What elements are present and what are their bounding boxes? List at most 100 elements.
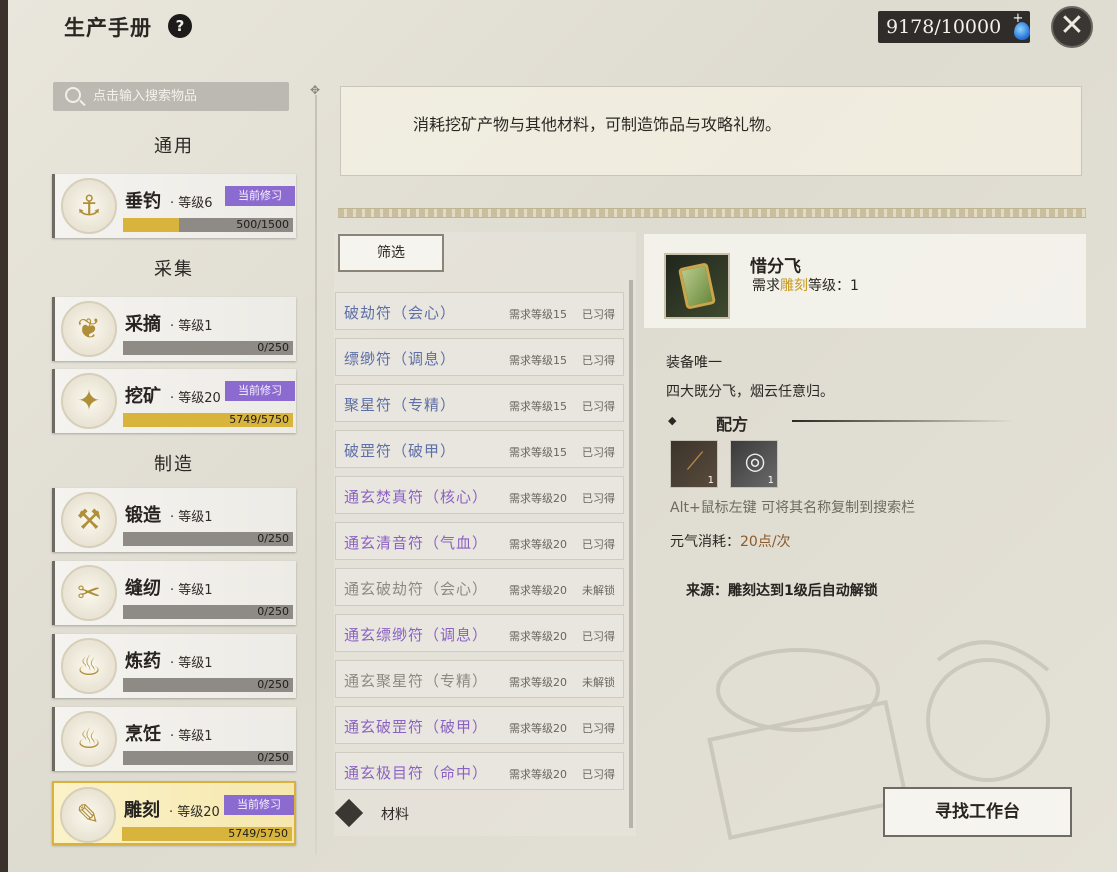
skill-card-anvil[interactable]: ⚒ 锻造 · 等级1 0/250 — [52, 488, 296, 552]
skill-level: · 等级1 — [170, 656, 213, 671]
recipe-state: 已习得 — [582, 400, 615, 413]
recipe-requirement: 需求等级20 — [509, 722, 567, 735]
section-general: 通用 — [154, 136, 194, 157]
copy-hint: Alt+鼠标左键 可将其名称复制到搜索栏 — [670, 500, 916, 516]
ingredient-count: 1 — [767, 475, 774, 486]
anvil-icon: ⚒ — [61, 492, 117, 548]
exp-bar: 5749/5750 — [123, 413, 293, 427]
recipe-row[interactable]: 缥缈符（调息） 需求等级15 已习得 — [335, 338, 624, 376]
production-manual-window: 生产手册 ? 9178/10000 + ✕ 通用 采集 制造 ⚓垂钓· 等级6当… — [0, 0, 1117, 872]
recipe-name: 聚星符（专精） — [344, 396, 457, 414]
recipe-requirement: 需求等级20 — [509, 492, 567, 505]
gourd-icon: ♨ — [61, 638, 117, 694]
item-name: 惜分飞 — [750, 257, 801, 277]
exp-text: 0/250 — [257, 751, 289, 764]
filter-button[interactable]: 筛选 — [338, 234, 444, 272]
recipe-requirement: 需求等级15 — [509, 400, 567, 413]
recipe-row[interactable]: 通玄清音符（气血） 需求等级20 已习得 — [335, 522, 624, 560]
exp-text: 5749/5750 — [229, 413, 289, 426]
recipe-row[interactable]: 通玄聚星符（专精） 需求等级20 未解锁 — [335, 660, 624, 698]
skill-level: · 等级20 — [169, 805, 220, 820]
recipe-name: 通玄破劫符（会心） — [344, 580, 489, 598]
skill-card-gourd[interactable]: ♨ 炼药 · 等级1 0/250 — [52, 634, 296, 698]
skill-level: · 等级1 — [170, 510, 213, 525]
rope-icon: ◎ — [744, 447, 766, 475]
exp-text: 500/1500 — [236, 218, 289, 231]
section-craft: 制造 — [154, 454, 194, 475]
recipe-row[interactable]: 通玄破罡符（破甲） 需求等级20 已习得 — [335, 706, 624, 744]
skill-name: 挖矿 — [125, 386, 161, 407]
recipe-requirement: 需求等级15 — [509, 308, 567, 321]
recipe-row[interactable]: 破罡符（破甲） 需求等级15 已习得 — [335, 430, 624, 468]
skill-name: 锻造 — [125, 505, 161, 526]
skill-level: · 等级6 — [170, 196, 213, 211]
panel-divider — [315, 95, 317, 855]
recipe-name: 通玄破罡符（破甲） — [344, 718, 489, 736]
recipe-requirement: 需求等级20 — [509, 538, 567, 551]
recipe-heading-line — [792, 420, 1014, 422]
help-icon[interactable]: ? — [168, 14, 192, 38]
recipe-row[interactable]: 通玄破劫符（会心） 需求等级20 未解锁 — [335, 568, 624, 606]
materials-category[interactable]: 材料 — [334, 798, 624, 828]
thread-icon: ✂ — [61, 565, 117, 621]
recipe-state: 已习得 — [582, 492, 615, 505]
energy-counter: 9178/10000 — [878, 11, 1030, 43]
exp-bar: 0/250 — [123, 532, 293, 546]
skill-name: 炼药 — [125, 651, 161, 672]
materials-label: 材料 — [381, 807, 409, 823]
recipe-list-scrollbar[interactable] — [629, 280, 633, 828]
exp-text: 5749/5750 — [228, 827, 288, 840]
exp-bar: 0/250 — [123, 751, 293, 765]
skill-card-ore[interactable]: ✦ 挖矿 · 等级20 当前修习 5749/5750 — [52, 369, 296, 433]
skill-card-carving[interactable]: ✎ 雕刻 · 等级20 当前修习 5749/5750 — [52, 781, 296, 845]
recipe-state: 已习得 — [582, 768, 615, 781]
exp-text: 0/250 — [257, 532, 289, 545]
category-description: 消耗挖矿产物与其他材料，可制造饰品与攻略礼物。 — [413, 115, 782, 134]
ingredient-wood[interactable]: ⟋ 1 — [670, 440, 718, 488]
search-input[interactable] — [93, 82, 283, 111]
exp-text: 0/250 — [257, 605, 289, 618]
skill-card-fishing[interactable]: ⚓ 垂钓 · 等级6 当前修习 500/1500 — [52, 174, 296, 238]
cooking-icon: ♨ — [61, 711, 117, 767]
recipe-heading: 配方 — [716, 415, 749, 434]
recipe-row[interactable]: 通玄焚真符（核心） 需求等级20 已习得 — [335, 476, 624, 514]
ingredient-count: 1 — [707, 475, 714, 486]
exp-bar-fill — [123, 218, 180, 232]
recipe-requirement: 需求等级20 — [509, 676, 567, 689]
recipe-row[interactable]: 破劫符（会心） 需求等级15 已习得 — [335, 292, 624, 330]
recipe-row[interactable]: 聚星符（专精） 需求等级15 已习得 — [335, 384, 624, 422]
recipe-row[interactable]: 通玄缥缈符（调息） 需求等级20 已习得 — [335, 614, 624, 652]
search-box[interactable] — [53, 82, 289, 111]
recipe-name: 通玄清音符（气血） — [344, 534, 489, 552]
category-description-box: 消耗挖矿产物与其他材料，可制造饰品与攻略礼物。 — [340, 86, 1082, 176]
skill-card-thread[interactable]: ✂ 缝纫 · 等级1 0/250 — [52, 561, 296, 625]
pendant-icon[interactable] — [664, 253, 730, 319]
close-button[interactable]: ✕ — [1051, 6, 1093, 48]
recipe-requirement: 需求等级15 — [509, 446, 567, 459]
skill-level: · 等级1 — [170, 729, 213, 744]
recipe-state: 已习得 — [582, 630, 615, 643]
ornament-divider — [338, 208, 1086, 218]
skill-card-cooking[interactable]: ♨ 烹饪 · 等级1 0/250 — [52, 707, 296, 771]
equip-unique-text: 装备唯一 — [666, 355, 722, 371]
energy-drop-icon — [1014, 22, 1030, 40]
skill-level: · 等级1 — [170, 319, 213, 334]
recipe-state: 未解锁 — [582, 676, 615, 689]
diamond-bullet-icon: ◆ — [668, 414, 677, 427]
recipe-name: 缥缈符（调息） — [344, 350, 457, 368]
recipe-state: 已习得 — [582, 722, 615, 735]
find-workbench-button[interactable]: 寻找工作台 — [883, 787, 1072, 837]
exp-text: 0/250 — [257, 678, 289, 691]
recipe-state: 未解锁 — [582, 584, 615, 597]
recipe-name: 破罡符（破甲） — [344, 442, 457, 460]
skill-card-leaf[interactable]: ❦ 采摘 · 等级1 0/250 — [52, 297, 296, 361]
recipe-name: 通玄焚真符（核心） — [344, 488, 489, 506]
req-level: 等级：1 — [808, 278, 859, 294]
leaf-icon: ❦ — [61, 301, 117, 357]
recipe-row[interactable]: 通玄极目符（命中） 需求等级20 已习得 — [335, 752, 624, 790]
item-requirement: 需求雕刻等级：1 — [752, 275, 859, 295]
window-title: 生产手册 — [64, 16, 152, 40]
recipe-state: 已习得 — [582, 308, 615, 321]
ingredient-rope[interactable]: ◎ 1 — [730, 440, 778, 488]
fishing-icon: ⚓ — [61, 178, 117, 234]
